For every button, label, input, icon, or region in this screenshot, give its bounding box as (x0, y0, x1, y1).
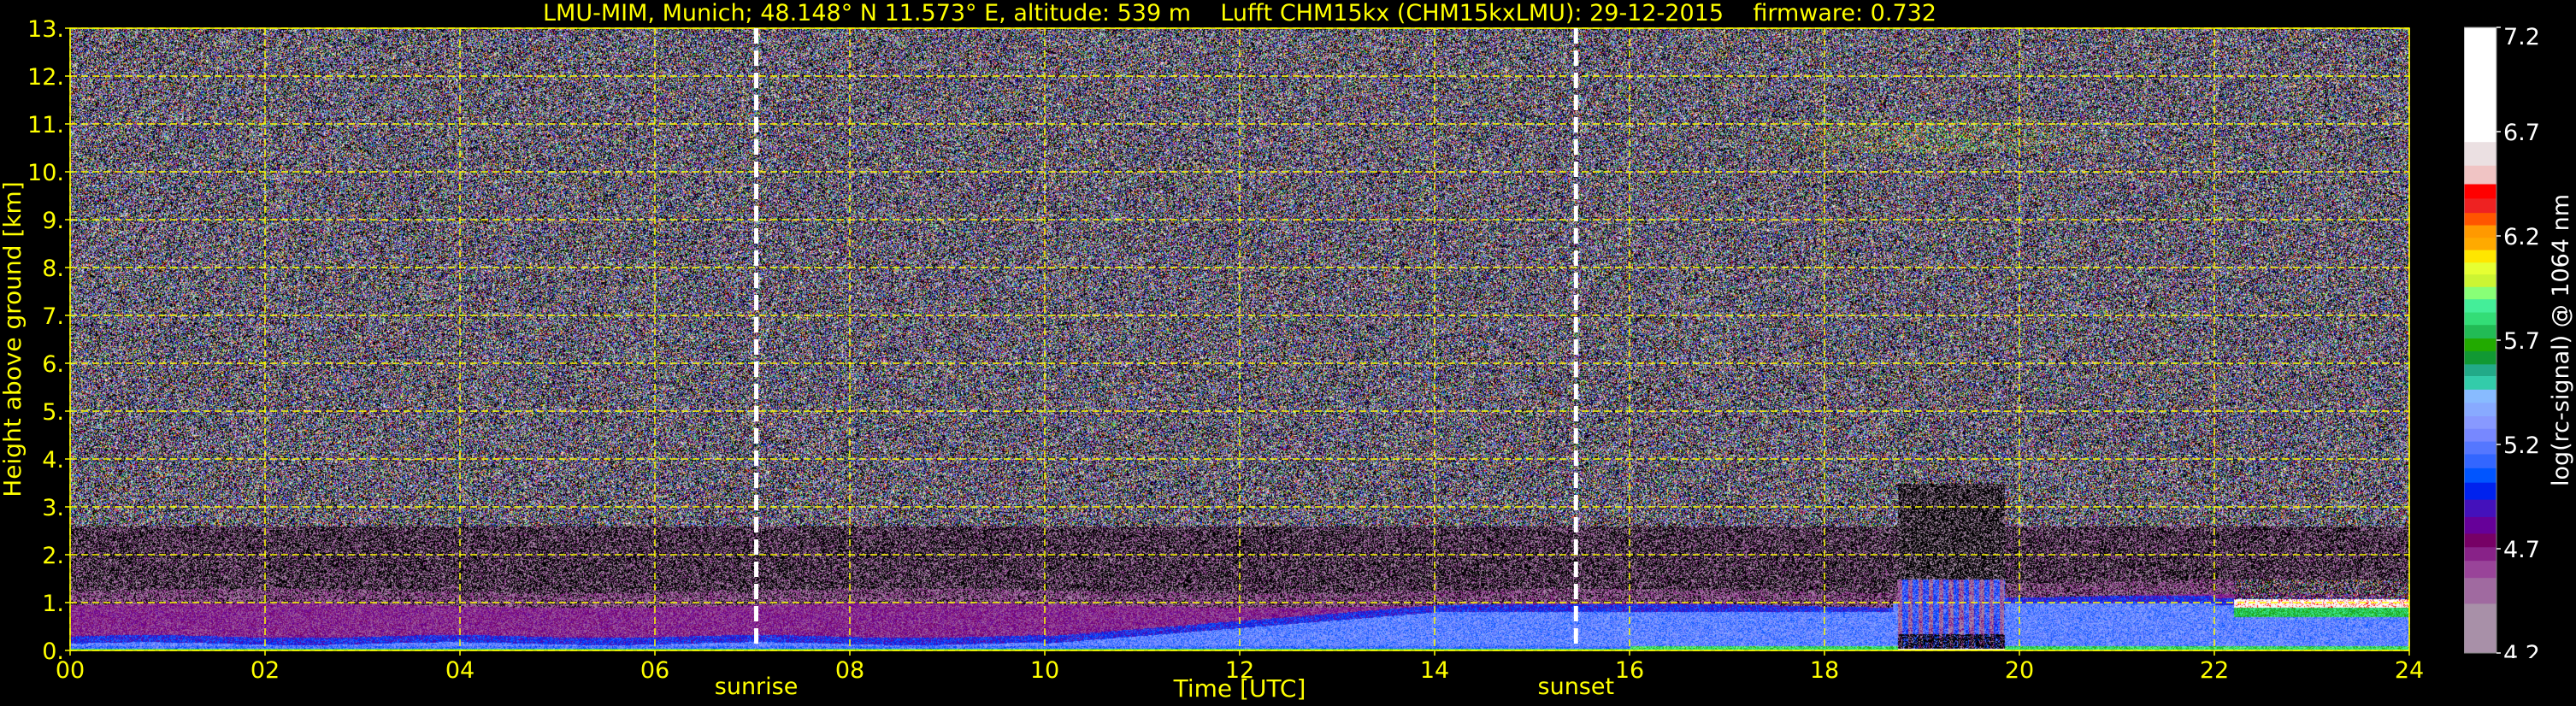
colorbar-tick-label: 6.2 (2503, 224, 2540, 250)
y-tick-label: 2. (42, 543, 64, 569)
colorbar-segment (2464, 389, 2496, 403)
colorbar-segment (2464, 212, 2496, 226)
colorbar-segment (2464, 237, 2496, 250)
colorbar-segment (2464, 250, 2496, 263)
colorbar-segment (2464, 324, 2496, 339)
y-tick-label: 1. (42, 591, 64, 617)
colorbar-label: log(rc-signal) @ 1064 nm (2548, 194, 2574, 486)
x-tick-label: 22 (2200, 657, 2229, 684)
x-tick-label: 04 (445, 657, 475, 684)
x-axis-label: Time [UTC] (1173, 674, 1306, 703)
x-tick-label: 06 (640, 657, 669, 684)
colorbar-tick-label: 4.7 (2503, 537, 2540, 563)
y-tick-label: 7. (42, 303, 64, 330)
colorbar-segment (2464, 441, 2496, 455)
colorbar-segment (2464, 338, 2496, 351)
colorbar-segment (2464, 603, 2496, 654)
x-tick-label: 02 (251, 657, 280, 684)
colorbar-segment (2464, 225, 2496, 238)
colorbar-segment (2464, 577, 2496, 604)
colorbar-segment (2464, 141, 2496, 166)
x-tick-label: 00 (56, 657, 85, 684)
sunset-label: sunset (1538, 674, 1615, 700)
colorbar-segment (2464, 428, 2496, 442)
colorbar-segment (2464, 286, 2496, 300)
colorbar-segment (2464, 546, 2496, 562)
x-tick-label: 08 (835, 657, 864, 684)
y-tick-label: 6. (42, 351, 64, 378)
x-tick-label: 10 (1030, 657, 1059, 684)
colorbar-segment (2464, 532, 2496, 548)
colorbar: 4.2 4.7 5.2 5.7 6.2 6.7 7.2 log(rc-signal) @ 10… (2464, 26, 2574, 658)
colorbar-segment (2464, 516, 2496, 534)
sunrise-label: sunrise (715, 674, 799, 700)
y-tick-label: 5. (42, 399, 64, 426)
colorbar-segment (2464, 262, 2496, 275)
colorbar-tick-label: 4.2 (2503, 641, 2540, 658)
colorbar-segment (2464, 184, 2496, 199)
colorbar-tick-label: 6.7 (2503, 120, 2540, 146)
colorbar-segment (2464, 165, 2496, 185)
colorbar-segment (2464, 499, 2496, 517)
colorbar-segment (2464, 482, 2496, 500)
y-tick-label: 4. (42, 447, 64, 474)
x-tick-label: 24 (2395, 657, 2424, 684)
colorbar-segment (2464, 350, 2496, 365)
colorbar-segment (2464, 415, 2496, 429)
y-tick-label: 10. (27, 160, 64, 186)
colorbar-tick-label: 7.2 (2503, 26, 2540, 50)
colorbar-segment (2464, 560, 2496, 579)
x-tick-label: 18 (1810, 657, 1839, 684)
colorbar-segment (2464, 363, 2496, 376)
colorbar-tick-label: 5.7 (2503, 328, 2540, 355)
colorbar-segment (2464, 375, 2496, 390)
colorbar-tick-label: 5.2 (2503, 432, 2540, 459)
colorbar-segment (2464, 453, 2496, 468)
colorbar-segment (2464, 312, 2496, 326)
y-tick-label: 3. (42, 495, 64, 521)
x-tick-label: 14 (1420, 657, 1449, 684)
y-tick-label: 11. (27, 112, 64, 138)
colorbar-segment (2464, 27, 2496, 143)
x-tick-label: 20 (2005, 657, 2034, 684)
colorbar-segment (2464, 274, 2496, 287)
y-tick-label: 13. (27, 16, 64, 43)
y-tick-label: 12. (27, 64, 64, 91)
y-axis-label: Height above ground [km] (0, 181, 27, 497)
y-tick-label: 9. (42, 208, 64, 234)
colorbar-segment (2464, 468, 2496, 483)
colorbar-segment (2464, 197, 2496, 214)
y-tick-label: 8. (42, 256, 64, 282)
x-tick-label: 16 (1615, 657, 1644, 684)
colorbar-segment (2464, 298, 2496, 313)
axes-overlay: 0.1.2.3.4.5.6.7.8.9.10.11.12.13.00 02 04 06… (0, 16, 2424, 703)
colorbar-segment (2464, 402, 2496, 417)
